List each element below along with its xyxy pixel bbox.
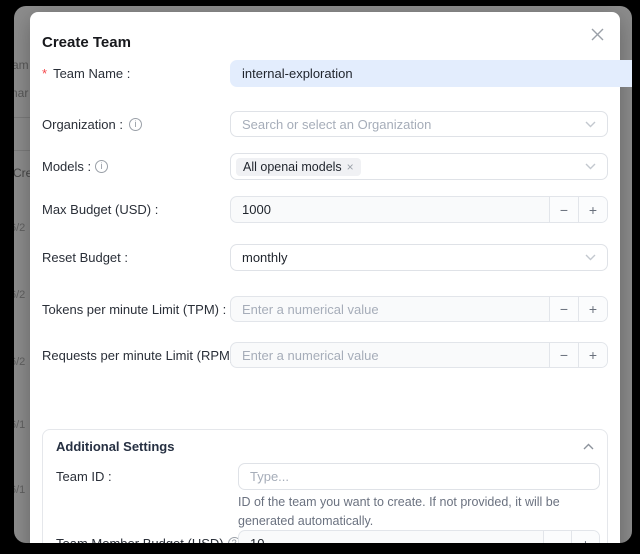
team-id-input[interactable] — [238, 463, 600, 490]
bg-fragment: 6/1 — [14, 419, 25, 431]
create-team-modal: Create Team * Team Name Organization i S… — [30, 12, 620, 543]
minus-button[interactable]: − — [549, 297, 578, 321]
plus-icon: + — [589, 347, 597, 363]
minus-icon: − — [560, 347, 568, 363]
plus-button[interactable]: + — [578, 297, 607, 321]
plus-button[interactable]: + — [578, 197, 607, 222]
team-name-label: * Team Name — [42, 60, 130, 87]
organization-label: Organization i — [42, 111, 143, 137]
team-name-input[interactable] — [230, 60, 632, 87]
tpm-input[interactable] — [231, 297, 549, 321]
field-row-reset-budget: Reset Budget monthly — [30, 244, 620, 271]
info-icon[interactable]: i — [95, 160, 108, 173]
chevron-down-icon — [585, 254, 596, 261]
plus-icon: + — [589, 202, 597, 218]
minus-icon: − — [560, 202, 568, 218]
max-budget-label: Max Budget (USD) — [42, 196, 158, 223]
additional-settings-title: Additional Settings — [56, 439, 174, 454]
minus-icon: − — [560, 301, 568, 317]
member-budget-stepper: − + — [238, 530, 600, 543]
reset-budget-value: monthly — [242, 250, 288, 265]
rpm-stepper: − + — [230, 342, 608, 368]
reset-budget-label: Reset Budget — [42, 244, 128, 271]
plus-button[interactable]: + — [571, 531, 599, 543]
max-budget-input[interactable] — [231, 197, 549, 222]
minus-icon: − — [553, 536, 561, 544]
minus-button[interactable]: − — [543, 531, 571, 543]
bg-fragment: 6/2 — [14, 222, 25, 234]
bg-divider — [14, 117, 31, 118]
info-icon[interactable]: i — [129, 118, 142, 131]
rpm-input[interactable] — [231, 343, 549, 367]
app-window: am nar Cre 6/2 6/2 6/2 6/1 6/1 Create Te… — [14, 6, 632, 543]
required-asterisk: * — [42, 66, 47, 81]
bg-fragment: nar — [14, 86, 28, 100]
close-icon — [591, 28, 604, 46]
additional-settings-panel: Additional Settings Team ID ID of the te… — [42, 429, 608, 543]
plus-button[interactable]: + — [578, 343, 607, 367]
bg-fragment: am — [14, 58, 29, 72]
chevron-down-icon — [585, 163, 596, 170]
modal-title: Create Team — [42, 34, 131, 51]
team-id-help-text: ID of the team you want to create. If no… — [238, 493, 604, 531]
organization-placeholder: Search or select an Organization — [242, 117, 431, 132]
member-budget-label: Team Member Budget (USD) ? : — [56, 530, 246, 543]
field-row-models: Models i All openai models × — [30, 153, 620, 180]
field-row-organization: Organization i Search or select an Organ… — [30, 111, 620, 137]
models-multiselect[interactable]: All openai models × — [230, 153, 608, 180]
close-button[interactable] — [586, 26, 608, 48]
tpm-label: Tokens per minute Limit (TPM) — [42, 296, 226, 322]
remove-tag-icon[interactable]: × — [347, 160, 354, 174]
plus-icon: + — [581, 536, 589, 544]
model-tag: All openai models × — [236, 158, 361, 176]
model-tag-label: All openai models — [243, 160, 342, 174]
minus-button[interactable]: − — [549, 197, 578, 222]
additional-settings-toggle[interactable]: Additional Settings — [56, 437, 594, 455]
chevron-up-icon — [583, 443, 594, 450]
minus-button[interactable]: − — [549, 343, 578, 367]
rpm-label: Requests per minute Limit (RPM) — [42, 342, 241, 368]
team-id-label: Team ID — [56, 463, 112, 490]
tpm-stepper: − + — [230, 296, 608, 322]
organization-select[interactable]: Search or select an Organization — [230, 111, 608, 137]
bg-fragment: 6/1 — [14, 484, 25, 496]
bg-divider — [14, 150, 31, 151]
chevron-down-icon — [585, 121, 596, 128]
bg-fragment: 6/2 — [14, 356, 25, 368]
plus-icon: + — [589, 301, 597, 317]
max-budget-stepper: − + — [230, 196, 608, 223]
models-label: Models i — [42, 153, 109, 180]
bg-fragment: 6/2 — [14, 289, 25, 301]
member-budget-input[interactable] — [239, 531, 543, 543]
reset-budget-select[interactable]: monthly — [230, 244, 608, 271]
